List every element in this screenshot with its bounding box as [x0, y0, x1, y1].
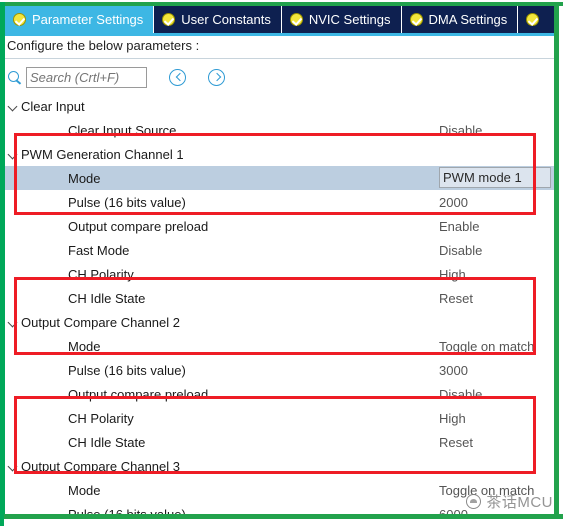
tree-row-label: Mode [68, 338, 101, 354]
tree-row-value[interactable]: 6000 [439, 507, 468, 515]
chevron-down-icon[interactable] [5, 310, 21, 334]
tree-row-label: Output compare preload [68, 386, 209, 402]
check-circle-icon [409, 13, 423, 26]
tree-row-label: Pulse (16 bits value) [68, 362, 186, 378]
tree-row[interactable]: Mode PWM mode 1 [5, 166, 554, 190]
tree-row[interactable]: Clear Input [5, 94, 554, 118]
check-circle-icon [289, 13, 303, 26]
tree-row-label: Pulse (16 bits value) [68, 506, 186, 515]
window-border-bottom-inner [4, 519, 563, 526]
check-circle-icon [13, 13, 26, 26]
tree-row-value[interactable]: High [439, 411, 466, 426]
search-input[interactable] [26, 66, 147, 88]
tree-row-value[interactable]: Toggle on match [439, 339, 534, 354]
tab-label: DMA Settings [428, 12, 508, 27]
tab-user-constants[interactable]: User Constants [154, 6, 282, 33]
tree-row-value[interactable]: Reset [439, 291, 473, 306]
tree-row-value[interactable]: High [439, 267, 466, 282]
chevron-down-icon[interactable] [5, 142, 21, 166]
chevron-down-icon[interactable] [5, 454, 21, 478]
tree-row[interactable]: Clear Input Source Disable [5, 118, 554, 142]
tree-row[interactable]: Output Compare Channel 3 [5, 454, 554, 478]
tab-parameter-settings[interactable]: Parameter Settings [5, 6, 155, 33]
tab-nvic-settings[interactable]: NVIC Settings [281, 6, 402, 33]
configure-instruction-label: Configure the below parameters : [7, 38, 200, 53]
cubemx-parameter-settings-panel: Parameter Settings User Constants NVIC Set… [0, 0, 563, 526]
search-icon [7, 70, 22, 85]
tree-row-value[interactable]: Reset [439, 435, 473, 450]
tree-row[interactable]: PWM Generation Channel 1 [5, 142, 554, 166]
search-toolbar [7, 64, 225, 90]
tree-row[interactable]: Output compare preload Disable [5, 382, 554, 406]
tree-row-label: Mode [68, 482, 101, 498]
tree-row-label: Fast Mode [68, 242, 130, 258]
check-circle-icon [162, 13, 176, 26]
tree-row-label: CH Polarity [68, 266, 134, 282]
tree-row[interactable]: CH Idle State Reset [5, 430, 554, 454]
tab-label: User Constants [181, 12, 271, 27]
watermark-label: 茶话MCU [486, 494, 553, 511]
tree-row-label: CH Idle State [68, 434, 146, 450]
tree-row-label: CH Idle State [68, 290, 146, 306]
chevron-down-icon[interactable] [5, 94, 21, 118]
tree-row-label: Clear Input [21, 98, 85, 114]
check-circle-icon [526, 13, 540, 26]
tree-row-label: Clear Input Source [68, 122, 177, 138]
tree-row-value[interactable]: Disable [439, 387, 482, 402]
tree-row[interactable]: Pulse (16 bits value) 2000 [5, 190, 554, 214]
tree-row[interactable]: CH Polarity High [5, 406, 554, 430]
header-divider [5, 58, 554, 59]
tree-row-label: PWM Generation Channel 1 [21, 146, 184, 162]
tab-bar: Parameter Settings User Constants NVIC Set… [5, 6, 554, 33]
tab-overflow[interactable] [518, 6, 554, 33]
tree-row-value[interactable]: Disable [439, 243, 482, 258]
tree-row[interactable]: Output compare preload Enable [5, 214, 554, 238]
tree-row[interactable]: CH Polarity High [5, 262, 554, 286]
tree-row-label: CH Polarity [68, 410, 134, 426]
tab-dma-settings[interactable]: DMA Settings [401, 6, 519, 33]
parameter-tree[interactable]: Clear Input Clear Input Source Disable PWM … [5, 94, 554, 514]
tree-row-value[interactable]: 2000 [439, 195, 468, 210]
tab-label: NVIC Settings [308, 12, 391, 27]
tree-row-value[interactable]: Disable [439, 123, 482, 138]
tree-row-value[interactable]: Enable [439, 219, 479, 234]
tab-label: Parameter Settings [32, 12, 144, 27]
watermark-logo-icon [466, 494, 482, 509]
tree-row-label: Pulse (16 bits value) [68, 194, 186, 210]
tree-row-value-combobox[interactable]: PWM mode 1 [439, 167, 551, 188]
watermark: 茶话MCU [466, 491, 553, 512]
tree-row-value[interactable]: 3000 [439, 363, 468, 378]
window-border-right [554, 2, 559, 526]
tree-row[interactable]: Pulse (16 bits value) 3000 [5, 358, 554, 382]
tree-row[interactable]: CH Idle State Reset [5, 286, 554, 310]
tree-row[interactable]: Fast Mode Disable [5, 238, 554, 262]
tree-row[interactable]: Mode Toggle on match [5, 334, 554, 358]
tab-bar-underline [5, 33, 554, 36]
tree-row-label: Output Compare Channel 2 [21, 314, 180, 330]
tree-row[interactable]: Output Compare Channel 2 [5, 310, 554, 334]
tree-row-label: Output compare preload [68, 218, 209, 234]
tree-row-label: Mode [68, 170, 101, 186]
previous-match-icon[interactable] [169, 68, 186, 86]
next-match-icon[interactable] [208, 68, 225, 86]
tree-row-label: Output Compare Channel 3 [21, 458, 180, 474]
